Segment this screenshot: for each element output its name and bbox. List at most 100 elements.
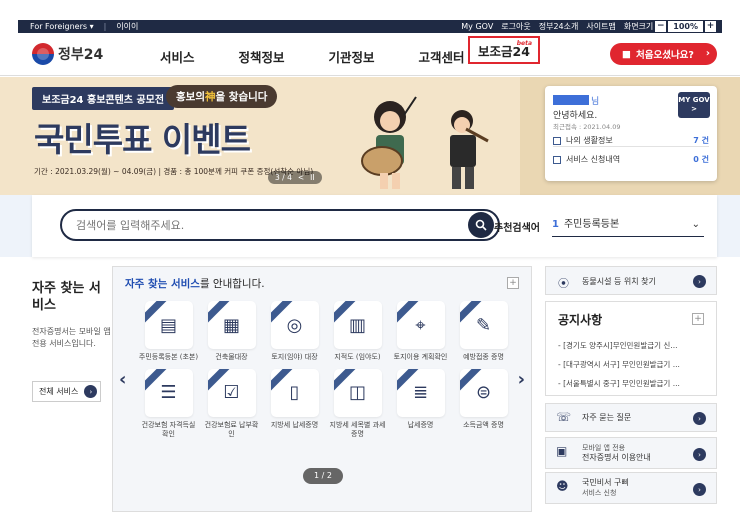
service-tile: ⊜ (459, 368, 508, 417)
nav-services[interactable]: 서비스 (160, 47, 195, 66)
service-label: 지방세 세목별 과세증명 (329, 420, 386, 439)
service-income-amount[interactable]: ⊜ 소득금액 증명 (452, 368, 515, 440)
notice-list: - [경기도 양주시]무인민원발급기 신... - [대구광역시 서구] 무인민… (558, 340, 708, 397)
mobile-cert-guide-link[interactable]: ▣ 모바일 앱 전용 전자증명서 이용안내 › (545, 437, 717, 469)
nav-policy[interactable]: 정책정보 (239, 47, 285, 66)
service-vaccination[interactable]: ✎ 예방접종 증명 (452, 301, 515, 363)
notice-text: [대구광역시 서구] 무인민원발급기 ... (563, 360, 680, 369)
card-divider (553, 146, 709, 147)
frequent-services-desc: 전자증명서는 모바일 앱 전용 서비스입니다. (32, 327, 111, 348)
service-local-tax-payment[interactable]: ▯ 지방세 납세증명 (263, 368, 326, 440)
application-history-row[interactable]: 서비스 신청내역 0 건 (553, 154, 709, 165)
e-cert-ribbon (460, 369, 482, 391)
services-next-button[interactable]: › (518, 369, 525, 390)
service-label: 예방접종 증명 (463, 353, 504, 361)
service-label: 건강보험료 납부확인 (204, 420, 259, 439)
service-building-register[interactable]: ▦ 건축물대장 (200, 301, 263, 363)
application-history-count: 0 건 (693, 155, 709, 164)
banner-prev-button[interactable]: < (298, 173, 304, 182)
faq-link[interactable]: ☏ 자주 묻는 질문 › (545, 403, 717, 432)
recommend-keyword[interactable]: 주민등록등본 (564, 219, 619, 230)
service-land-use-plan[interactable]: ⌖ 토지이용 계획확인 (389, 301, 452, 363)
user-card: 님 안녕하세요. 최근접속 : 2021.04.09 MY GOV > 나의 생… (545, 86, 717, 181)
faq-label: 자주 묻는 질문 (582, 413, 632, 422)
first-visit-button[interactable]: ■ 처음오셨나요? › (610, 43, 717, 65)
services-pager: 1 / 2 (303, 468, 343, 484)
notice-item[interactable]: - [서울특별시 중구] 무인민원발급기 ... (558, 378, 708, 389)
service-tile: ◎ (270, 301, 319, 349)
e-cert-ribbon (208, 301, 230, 323)
service-tile: ▥ (333, 301, 382, 349)
search-section: 추천검색어 1 주민등록등본 ⌄ (0, 195, 740, 257)
sitemap-link[interactable]: 사이트맵 (586, 20, 615, 33)
nav-subsidy24[interactable]: 보조금24 beta (468, 36, 540, 64)
service-label: 지방세 납세증명 (270, 420, 319, 429)
banner-pause-button[interactable]: II (310, 173, 314, 182)
mygov-link[interactable]: My GOV (461, 20, 493, 33)
national-secretary-link[interactable]: ☻ 국민비서 구삐 서비스 신청 › (545, 472, 717, 504)
divider: | (103, 22, 107, 31)
service-health-eligibility[interactable]: ☰ 건강보험 자격득실확인 (137, 368, 200, 440)
e-cert-ribbon (334, 369, 356, 391)
mygov-button[interactable]: MY GOV > (678, 92, 710, 118)
nav-support[interactable]: 고객센터 (419, 47, 465, 66)
notice-item[interactable]: - [대구광역시 서구] 무인민원발급기 ... (558, 359, 708, 370)
service-land-register[interactable]: ◎ 토지(임야) 대장 (263, 301, 326, 363)
services-title-highlight: 자주 찾는 서비스 (125, 278, 200, 290)
banner-slogan: 홍보의神을 찾습니다 (166, 85, 278, 108)
all-services-label: 전체 서비스 (39, 387, 79, 396)
intro-link[interactable]: 정부24소개 (539, 20, 579, 33)
logo[interactable]: 정부24 (32, 43, 103, 65)
service-health-payment[interactable]: ☑ 건강보험료 납부확인 (200, 368, 263, 440)
e-cert-ribbon (397, 369, 419, 391)
service-label: 건축물대장 (215, 353, 248, 361)
services-more-button[interactable]: + (507, 277, 519, 289)
nav-agency[interactable]: 기관정보 (329, 47, 375, 66)
facility-finder-label: 동물시설 등 위치 찾기 (582, 277, 656, 286)
service-tile: ▤ (144, 301, 193, 349)
user-name-suffix: 님 (591, 97, 600, 107)
notice-more-button[interactable]: + (692, 313, 704, 325)
recommend-dropdown[interactable]: 1 주민등록등본 ⌄ (552, 213, 704, 237)
service-cadastral-map[interactable]: ▥ 지적도 (임야도) (326, 301, 389, 363)
services-prev-button[interactable]: ‹ (119, 369, 126, 390)
frequent-services-heading: 자주 찾는 서비스 (32, 281, 101, 313)
for-foreigners-link[interactable]: For Foreigners ▾ (30, 20, 94, 33)
main-nav: 서비스 정책정보 기관정보 고객센터 보조금24 beta (160, 36, 540, 66)
search-icon (475, 219, 487, 231)
facility-finder[interactable]: ⦿ 동물시설 등 위치 찾기 › (545, 266, 717, 295)
life-info-count: 7 건 (693, 136, 709, 145)
frequent-services-panel: 자주 찾는 서비스를 안내합니다. + ‹ › ▤ 주민등록등본 (초본) ▦ 건축… (112, 266, 532, 512)
recommend-label: 추천검색어 (494, 223, 540, 234)
e-cert-ribbon (334, 301, 356, 323)
notice-item[interactable]: - [경기도 양주시]무인민원발급기 신... (558, 340, 708, 351)
e-cert-ribbon (397, 301, 419, 323)
zoom-in-button[interactable]: + (705, 21, 716, 32)
logout-link[interactable]: 로그아웃 (501, 20, 530, 33)
service-label: 토지(임야) 대장 (271, 353, 318, 361)
location-pin-icon: ⦿ (558, 277, 569, 290)
slogan-post: 을 찾습니다 (215, 91, 268, 103)
service-tile: ☰ (144, 368, 193, 417)
e-cert-ribbon (145, 369, 167, 391)
service-label: 소득금액 증명 (463, 420, 504, 429)
all-services-button[interactable]: 전체 서비스 › (32, 381, 101, 402)
e-cert-ribbon (208, 369, 230, 391)
service-resident-registration[interactable]: ▤ 주민등록등본 (초본) (137, 301, 200, 363)
life-info-row[interactable]: 나의 생활정보 7 건 (553, 135, 709, 146)
service-local-tax-items[interactable]: ◫ 지방세 세목별 과세증명 (326, 368, 389, 440)
mobile-cert-line2: 전자증명서 이용안내 (582, 453, 651, 462)
flutist-illustration (450, 110, 489, 189)
easy-link[interactable]: 이이이 (116, 20, 138, 33)
service-tile: ◫ (333, 368, 382, 417)
service-tax-payment[interactable]: ≣ 납세증명 (389, 368, 452, 440)
search-button[interactable] (468, 212, 494, 238)
service-tile: ▦ (207, 301, 256, 349)
e-cert-ribbon (271, 369, 293, 391)
frequent-services-intro: 자주 찾는 서비스 전자증명서는 모바일 앱 전용 서비스입니다. (32, 280, 112, 350)
event-banner[interactable]: 보조금24 홍보콘텐츠 공모전 홍보의神을 찾습니다 국민투표 이벤트 기간 :… (0, 77, 740, 195)
zoom-out-button[interactable]: − (655, 21, 667, 32)
taegeuk-logo-icon (32, 43, 54, 65)
search-input[interactable] (60, 209, 500, 241)
utility-strip: For Foreigners ▾ | 이이이 My GOV 로그아웃 정부24소… (18, 20, 722, 33)
